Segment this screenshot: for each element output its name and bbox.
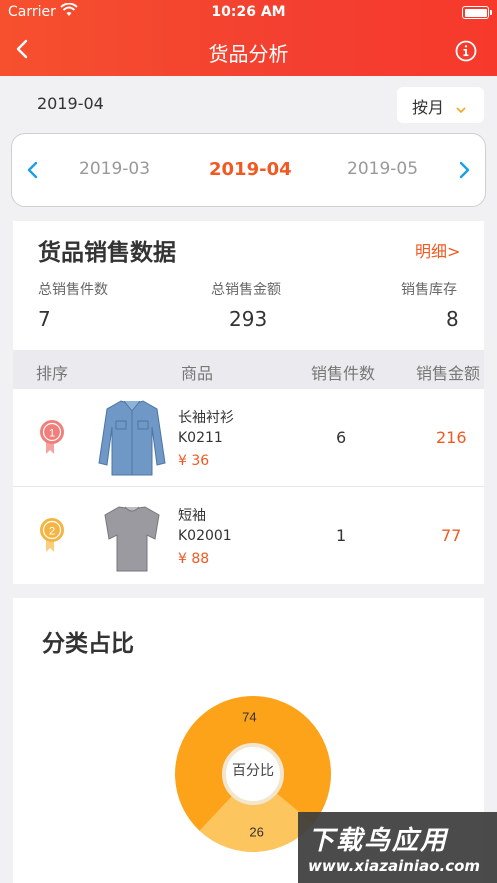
next-month[interactable]: 2019-05 [347,159,418,179]
donut-center-label: 百分比 [232,763,274,779]
chevron-left-icon [27,161,38,179]
column-product: 商品 [181,364,214,383]
info-circle-icon [455,40,477,62]
stock-label: 销售库存 [401,282,457,298]
product-name: 长袖衬衫 [178,410,234,426]
product-code: K02001 [178,528,232,544]
clock: 10:26 AM [211,4,286,20]
battery-icon [462,6,492,19]
next-month-button[interactable] [457,161,471,183]
watermark-url: www.xiazainiao.com [308,857,481,875]
column-sales-qty: 销售件数 [311,364,376,383]
sales-qty: 6 [336,428,347,447]
sales-section-title: 货品销售数据 [38,240,176,266]
sales-qty: 1 [336,526,347,545]
product-image-short-sleeve [97,495,167,577]
product-name: 短袖 [178,508,206,524]
period-selector[interactable]: 按月 [397,87,484,123]
prev-month-button[interactable] [26,161,40,183]
date-filter-row: 2019-04 按月 [0,76,497,132]
watermark: 下载鸟应用 www.xiazainiao.com [298,812,497,883]
info-button[interactable] [455,40,477,62]
sales-amount: 77 [441,526,462,545]
table-row[interactable]: 1 长袖衬衫 K0211 ¥ 36 6 216 [13,389,484,486]
donut-slice-label-0: 74 [242,710,256,725]
chevron-down-icon [455,99,467,118]
sales-data-card: 货品销售数据 明细> 总销售件数 7 总销售金额 293 销售库存 8 排序 商… [13,221,484,584]
product-price: ¥ 88 [178,551,210,567]
product-image-long-sleeve [97,397,167,479]
rank-number: 2 [49,526,55,538]
total-sales-amount-label: 总销售金额 [211,282,281,298]
period-selector-label: 按月 [412,98,445,117]
donut-slice-label-1: 26 [249,824,263,839]
details-link[interactable]: 明细> [415,238,460,262]
rank-2-badge-icon: 2 [38,516,66,558]
category-section-title: 分类占比 [42,631,134,657]
total-sales-amount-value: 293 [229,307,268,331]
chevron-right-icon [459,161,470,179]
selected-date: 2019-04 [37,94,104,113]
table-row[interactable]: 2 短袖 K02001 ¥ 88 1 77 [13,487,484,584]
product-price: ¥ 36 [178,453,210,469]
rank-number: 1 [49,428,55,440]
total-sales-qty-value: 7 [38,307,51,331]
total-sales-qty-label: 总销售件数 [38,282,108,298]
top-bar: Carrier 10:26 AM 货品分析 [0,0,497,76]
product-code: K0211 [178,430,223,446]
sales-amount: 216 [436,428,467,447]
current-month: 2019-04 [209,159,292,180]
page-title: 货品分析 [208,42,289,66]
table-header: 排序 商品 销售件数 销售金额 [13,350,484,389]
prev-month[interactable]: 2019-03 [79,159,150,179]
status-bar: Carrier 10:26 AM [0,0,497,26]
month-switcher: 2019-03 2019-04 2019-05 [11,133,486,207]
column-rank: 排序 [36,364,69,383]
watermark-title: 下载鸟应用 [308,826,449,856]
column-sales-amount: 销售金额 [416,364,481,383]
stock-value: 8 [446,307,459,331]
rank-1-badge-icon: 1 [38,418,66,460]
